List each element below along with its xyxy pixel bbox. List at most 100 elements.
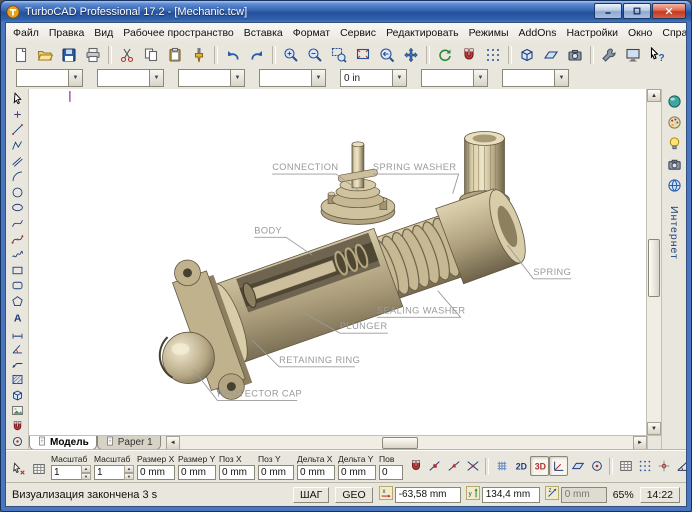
- turbocad-app-icon[interactable]: [6, 5, 20, 19]
- chevron-down-icon[interactable]: ▼: [68, 70, 82, 86]
- geo-toggle[interactable]: GEO: [335, 487, 372, 503]
- property-combo-3[interactable]: ▼: [178, 69, 245, 87]
- menu-help[interactable]: Справка: [657, 25, 687, 41]
- chevron-down-icon[interactable]: ▼: [473, 70, 487, 86]
- minimize-button[interactable]: [594, 3, 622, 19]
- tool-rect-tool[interactable]: [8, 263, 27, 279]
- step-toggle[interactable]: ШАГ: [293, 487, 329, 503]
- field-input[interactable]: 0 mm: [338, 465, 376, 480]
- field-input[interactable]: 1▲▼: [51, 465, 91, 480]
- field-input[interactable]: 0 mm: [137, 465, 175, 480]
- toolbar-button-wrench[interactable]: [597, 43, 621, 66]
- vertical-scroll-thumb[interactable]: [648, 239, 660, 297]
- tool-leader-tool[interactable]: [8, 356, 27, 372]
- drawing-canvas[interactable]: CONNECTIONSPRING WASHERBODYSPRINGSEALING…: [29, 89, 647, 435]
- toolbar-button-previous-view[interactable]: [375, 43, 399, 66]
- spinner-up-icon[interactable]: ▲: [81, 465, 91, 473]
- horizontal-scrollbar[interactable]: ◄ ►: [166, 436, 647, 450]
- panel-materials-palette[interactable]: [665, 113, 684, 131]
- chevron-down-icon[interactable]: ▼: [311, 70, 325, 86]
- toolbar-button-grid-dots[interactable]: [481, 43, 505, 66]
- spinner-down-icon[interactable]: ▼: [124, 473, 134, 481]
- horizontal-scroll-thumb[interactable]: [382, 437, 418, 449]
- tool-spline-tool[interactable]: [8, 231, 27, 247]
- panel-render-sphere[interactable]: [665, 92, 684, 110]
- spinner-control[interactable]: ▲▼: [124, 465, 134, 480]
- tool-image-tool[interactable]: [8, 403, 27, 419]
- toggle-aperture[interactable]: [587, 456, 606, 476]
- toolbar-button-paste[interactable]: [163, 43, 187, 66]
- chevron-down-icon[interactable]: ▼: [392, 70, 406, 86]
- toolbar-button-new-file[interactable]: [9, 43, 33, 66]
- tool-point[interactable]: [8, 107, 27, 123]
- coord-field-coord-x[interactable]: -63,58 mm: [395, 487, 461, 503]
- panel-camera[interactable]: [665, 155, 684, 173]
- toolbar-button-undo[interactable]: [221, 43, 245, 66]
- tool-aperture[interactable]: [8, 434, 27, 450]
- toolbar-button-block[interactable]: [515, 43, 539, 66]
- tool-hatch-tool[interactable]: [8, 372, 27, 388]
- field-input[interactable]: 0 mm: [178, 465, 216, 480]
- property-combo-2[interactable]: ▼: [97, 69, 164, 87]
- maximize-button[interactable]: [623, 3, 651, 19]
- vertical-scrollbar[interactable]: ▲ ▼: [646, 89, 661, 435]
- menu-file[interactable]: Файл: [8, 25, 44, 41]
- toolbar-button-pan[interactable]: [399, 43, 423, 66]
- sheet-tab-paper-1[interactable]: Paper 1: [97, 436, 161, 450]
- spinner-down-icon[interactable]: ▼: [81, 473, 91, 481]
- menu-view[interactable]: Вид: [89, 25, 118, 41]
- toolbar-button-cut[interactable]: [115, 43, 139, 66]
- close-button[interactable]: [652, 3, 686, 19]
- menu-format[interactable]: Формат: [288, 25, 335, 41]
- toolbar-button-magnet[interactable]: [457, 43, 481, 66]
- tool-freehand[interactable]: [8, 247, 27, 263]
- toggle-snap-intersection[interactable]: [463, 456, 482, 476]
- toolbar-button-zoom-in[interactable]: [279, 43, 303, 66]
- menu-workspace[interactable]: Рабочее пространство: [118, 25, 238, 41]
- coord-field-coord-z[interactable]: 0 mm: [561, 487, 607, 503]
- toolbar-button-help-pointer[interactable]: ?: [645, 43, 669, 66]
- tool-polyline-tool[interactable]: [8, 138, 27, 154]
- field-input[interactable]: 0: [379, 465, 403, 480]
- toolbar-button-open-file[interactable]: [33, 43, 57, 66]
- toolbar-button-zoom-extents[interactable]: [351, 43, 375, 66]
- coord-field-coord-y[interactable]: 134,4 mm: [482, 487, 540, 503]
- toolbar-button-copy[interactable]: [139, 43, 163, 66]
- toggle-snap-middle[interactable]: [444, 456, 463, 476]
- tool-ellipse-tool[interactable]: [8, 200, 27, 216]
- toolbar-button-camera[interactable]: [563, 43, 587, 66]
- tool-arc-tool[interactable]: [8, 169, 27, 185]
- internet-panel-label[interactable]: Интернет: [668, 206, 680, 260]
- chevron-down-icon[interactable]: ▼: [230, 70, 244, 86]
- toggle-snap-grid[interactable]: [492, 456, 511, 476]
- tool-angle-dim[interactable]: [8, 341, 27, 357]
- toggle-workplane[interactable]: [568, 456, 587, 476]
- coord-x-icon[interactable]: x: [379, 486, 393, 503]
- toolbar-button-monitor[interactable]: [621, 43, 645, 66]
- menu-modify[interactable]: Редактировать: [381, 25, 464, 41]
- tool-magnet[interactable]: [8, 418, 27, 434]
- menu-addons[interactable]: AddOns: [514, 25, 562, 41]
- toggle-ucs[interactable]: [549, 456, 568, 476]
- field-input[interactable]: 0 mm: [258, 465, 294, 480]
- menu-edit[interactable]: Правка: [44, 25, 89, 41]
- tool-dimension[interactable]: [8, 325, 27, 341]
- menu-insert[interactable]: Вставка: [239, 25, 288, 41]
- coord-z-icon[interactable]: z: [545, 486, 559, 503]
- tool-block[interactable]: [8, 387, 27, 403]
- menu-window[interactable]: Окно: [623, 25, 657, 41]
- toggle-angle-mode[interactable]: [673, 456, 687, 476]
- tool-rounded-rect[interactable]: [8, 278, 27, 294]
- inspector-cursor-x-button[interactable]: [10, 460, 28, 477]
- toolbar-button-redraw[interactable]: [433, 43, 457, 66]
- spinner-control[interactable]: ▲▼: [81, 465, 91, 480]
- field-input[interactable]: 1▲▼: [94, 465, 134, 480]
- inspector-grid-table-button[interactable]: [30, 460, 48, 477]
- toolbar-button-redo[interactable]: [245, 43, 269, 66]
- tool-select-arrow[interactable]: [8, 91, 27, 107]
- toolbar-button-zoom-out[interactable]: [303, 43, 327, 66]
- toolbar-button-save-file[interactable]: [57, 43, 81, 66]
- toggle-snap-vertex[interactable]: [425, 456, 444, 476]
- menu-modes[interactable]: Режимы: [464, 25, 514, 41]
- property-combo-1[interactable]: ▼: [16, 69, 83, 87]
